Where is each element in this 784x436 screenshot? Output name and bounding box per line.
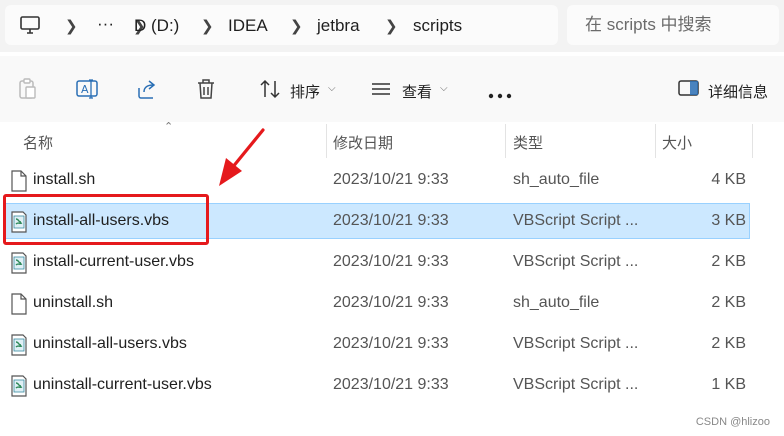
svg-text:A: A — [81, 83, 89, 96]
file-name: uninstall-current-user.vbs — [33, 376, 212, 393]
file-type: VBScript Script ... — [513, 376, 639, 393]
file-size: 4 KB — [711, 171, 746, 188]
column-divider[interactable] — [655, 124, 656, 158]
file-row[interactable]: uninstall-all-users.vbs 2023/10/21 9:33 VB… — [0, 326, 784, 364]
vbs-script-icon — [10, 375, 28, 402]
watermark: CSDN @hlizoo — [695, 416, 770, 428]
column-divider[interactable] — [752, 124, 753, 158]
view-button[interactable]: 查看 — [402, 81, 432, 102]
breadcrumb-item-drive[interactable]: D (D:) — [134, 16, 179, 36]
file-size: 2 KB — [711, 294, 746, 311]
file-name: uninstall.sh — [33, 294, 114, 311]
details-button[interactable]: 详细信息 — [708, 81, 768, 102]
vbs-script-icon — [10, 252, 28, 279]
computer-icon[interactable] — [19, 15, 41, 40]
column-header-size[interactable]: 大小 — [662, 132, 692, 153]
vbs-script-icon — [10, 334, 28, 361]
file-size: 2 KB — [711, 253, 746, 270]
file-date: 2023/10/21 9:33 — [333, 212, 449, 229]
breadcrumb[interactable]: ❯ ··· ❯ D (D:) ❯ IDEA ❯ jetbra ❯ scripts — [5, 5, 558, 45]
column-divider[interactable] — [326, 124, 327, 158]
file-date: 2023/10/21 9:33 — [333, 253, 449, 270]
file-type: sh_auto_file — [513, 171, 600, 188]
rename-icon[interactable]: A — [76, 78, 100, 105]
file-type: sh_auto_file — [513, 294, 600, 311]
details-pane-icon[interactable] — [678, 78, 700, 103]
annotation-highlight-box — [3, 194, 209, 245]
search-input[interactable]: 在 scripts 中搜索 — [567, 5, 779, 45]
chevron-right-icon[interactable]: ❯ — [385, 17, 398, 35]
column-headers: 名称 ⌃ 修改日期 类型 大小 — [0, 121, 784, 158]
paste-icon[interactable] — [17, 78, 37, 105]
file-row[interactable]: uninstall.sh 2023/10/21 9:33 sh_auto_file 2… — [0, 285, 784, 323]
file-size: 3 KB — [711, 212, 746, 229]
file-name: uninstall-all-users.vbs — [33, 335, 187, 352]
file-row[interactable]: install-current-user.vbs 2023/10/21 9:33 V… — [0, 244, 784, 282]
column-header-name[interactable]: 名称 — [23, 132, 53, 153]
breadcrumb-overflow[interactable]: ··· — [97, 14, 114, 34]
blank-file-icon — [10, 170, 28, 197]
sort-ascending-icon: ⌃ — [164, 121, 174, 133]
column-divider[interactable] — [505, 124, 506, 158]
file-type: VBScript Script ... — [513, 212, 639, 229]
chevron-down-icon[interactable]: ⌵ — [440, 83, 448, 94]
breadcrumb-item-jetbra[interactable]: jetbra — [317, 16, 360, 36]
command-bar: A 排序 ⌵ 查看 ⌵ 详细信息 — [0, 56, 784, 122]
chevron-right-icon[interactable]: ❯ — [201, 17, 214, 35]
breadcrumb-item-scripts[interactable]: scripts — [413, 16, 462, 36]
column-header-type[interactable]: 类型 — [513, 132, 543, 153]
view-icon[interactable] — [370, 78, 392, 105]
file-name: install-current-user.vbs — [33, 253, 194, 270]
delete-icon[interactable] — [196, 78, 216, 105]
address-bar-area: ❯ ··· ❯ D (D:) ❯ IDEA ❯ jetbra ❯ scripts… — [0, 0, 784, 52]
share-icon[interactable] — [136, 78, 158, 105]
file-date: 2023/10/21 9:33 — [333, 376, 449, 393]
file-size: 1 KB — [711, 376, 746, 393]
sort-icon[interactable] — [259, 78, 281, 105]
more-options-icon[interactable] — [488, 86, 512, 104]
sort-button[interactable]: 排序 — [290, 81, 320, 102]
chevron-right-icon[interactable]: ❯ — [65, 17, 78, 35]
file-date: 2023/10/21 9:33 — [333, 335, 449, 352]
chevron-right-icon[interactable]: ❯ — [290, 17, 303, 35]
file-type: VBScript Script ... — [513, 335, 639, 352]
chevron-down-icon[interactable]: ⌵ — [328, 83, 336, 94]
column-header-date[interactable]: 修改日期 — [333, 132, 393, 153]
blank-file-icon — [10, 293, 28, 320]
breadcrumb-item-idea[interactable]: IDEA — [228, 16, 268, 36]
file-row[interactable]: uninstall-current-user.vbs 2023/10/21 9:3… — [0, 367, 784, 405]
file-type: VBScript Script ... — [513, 253, 639, 270]
file-name: install.sh — [33, 171, 96, 188]
file-date: 2023/10/21 9:33 — [333, 294, 449, 311]
file-size: 2 KB — [711, 335, 746, 352]
file-date: 2023/10/21 9:33 — [333, 171, 449, 188]
